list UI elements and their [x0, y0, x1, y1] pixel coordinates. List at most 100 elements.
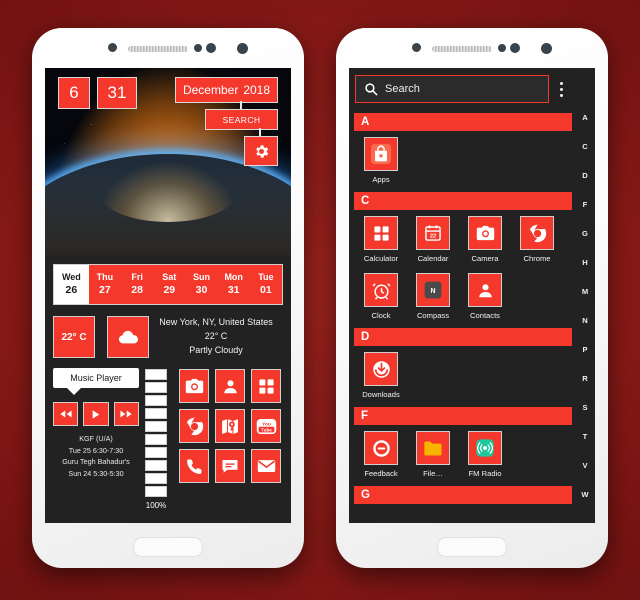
- app-item[interactable]: Camera: [459, 216, 511, 263]
- shortcut-camera[interactable]: [179, 369, 209, 403]
- app-item[interactable]: 22 Calendar: [407, 216, 459, 263]
- settings-button[interactable]: [244, 136, 278, 166]
- overflow-menu-button[interactable]: [549, 81, 573, 97]
- app-item[interactable]: Clock: [355, 273, 407, 320]
- app-item[interactable]: Apps: [355, 137, 407, 184]
- phone-left-earpiece-area: [32, 28, 304, 68]
- home-button-left[interactable]: [133, 537, 203, 557]
- index-letter-M[interactable]: M: [582, 278, 588, 305]
- week-day[interactable]: Tue 01: [250, 265, 282, 304]
- clock-minute-widget[interactable]: 31: [97, 77, 137, 109]
- shortcut-apps-grid[interactable]: [251, 369, 281, 403]
- clock-hour-widget[interactable]: 6: [58, 77, 90, 109]
- youtube-icon: You Tube: [256, 418, 277, 435]
- app-item[interactable]: Contacts: [459, 273, 511, 320]
- shortcut-messages[interactable]: [215, 449, 245, 483]
- music-next-button[interactable]: [113, 402, 139, 426]
- index-letter-V[interactable]: V: [582, 452, 587, 479]
- messages-icon: [221, 458, 239, 474]
- app-item[interactable]: Feedback: [355, 431, 407, 478]
- front-camera-icon: [206, 43, 216, 53]
- app-item[interactable]: N Compass: [407, 273, 459, 320]
- app-label: Calculator: [363, 254, 399, 263]
- index-letter-T[interactable]: T: [583, 423, 588, 450]
- battery-segment: [145, 460, 167, 471]
- shortcut-grid: You Tube: [173, 368, 281, 516]
- app-item[interactable]: File…: [407, 431, 459, 478]
- shortcut-youtube[interactable]: You Tube: [251, 409, 281, 443]
- week-day-name: Mon: [224, 272, 243, 283]
- section-header-A: A: [354, 113, 572, 131]
- week-day-number: 01: [260, 283, 272, 296]
- index-letter-F[interactable]: F: [583, 191, 588, 218]
- week-day[interactable]: Fri 28: [121, 265, 153, 304]
- index-letter-G[interactable]: G: [582, 220, 588, 247]
- week-day[interactable]: Mon 31: [218, 265, 250, 304]
- screenshot-stage: 6 31 December 2018 SEARCH Wed 26 Thu 27 …: [0, 0, 640, 600]
- index-letter-C[interactable]: C: [582, 133, 587, 160]
- app-label: Calendar: [417, 254, 449, 263]
- alphabet-index[interactable]: ACDFGHMNPRSTVW: [575, 68, 595, 523]
- downloads-icon: [364, 352, 398, 386]
- search-placeholder: Search: [385, 83, 420, 95]
- index-letter-N[interactable]: N: [582, 307, 587, 334]
- search-input[interactable]: Search: [355, 75, 549, 103]
- date-widget[interactable]: December 2018: [175, 77, 278, 103]
- week-day-number: 26: [65, 283, 78, 296]
- connector-line-search: [240, 101, 242, 109]
- battery-segment: [145, 395, 167, 406]
- shortcut-phone[interactable]: [179, 449, 209, 483]
- compass-icon: N: [416, 273, 450, 307]
- phone-left: 6 31 December 2018 SEARCH Wed 26 Thu 27 …: [32, 28, 304, 568]
- app-label: Feedback: [364, 469, 398, 478]
- app-item[interactable]: Chrome: [511, 216, 563, 263]
- index-letter-R[interactable]: R: [582, 365, 587, 392]
- gear-icon: [253, 143, 270, 160]
- wallpaper-horizon-glow: [99, 162, 237, 222]
- battery-segment: [145, 382, 167, 393]
- connector-line-settings: [259, 128, 261, 136]
- music-prev-button[interactable]: [53, 402, 79, 426]
- week-day-today[interactable]: Wed 26: [54, 265, 89, 304]
- app-row: Feedback File… FM Radio: [349, 425, 575, 482]
- weather-widget[interactable]: 22° C New York, NY, United States 22° C …: [53, 313, 281, 361]
- earpiece-speaker-icon: [128, 46, 188, 52]
- index-letter-H[interactable]: H: [582, 249, 587, 276]
- index-letter-A[interactable]: A: [582, 104, 587, 131]
- led-indicator-icon: [237, 43, 248, 54]
- contacts-icon: [468, 273, 502, 307]
- shortcut-chrome[interactable]: [179, 409, 209, 443]
- index-letter-W[interactable]: W: [581, 481, 588, 508]
- week-day[interactable]: Sat 29: [153, 265, 185, 304]
- shortcut-contacts[interactable]: [215, 369, 245, 403]
- app-row: Clock N Compass Contacts: [349, 267, 575, 324]
- week-day-number: 28: [131, 283, 143, 296]
- week-strip[interactable]: Wed 26 Thu 27 Fri 28 Sat 29 Sun 30 Mon 31 Tue 01: [53, 264, 283, 305]
- week-day[interactable]: Thu 27: [89, 265, 121, 304]
- section-header-G: G: [354, 486, 572, 504]
- battery-segment: [145, 447, 167, 458]
- week-day[interactable]: Sun 30: [185, 265, 217, 304]
- calendar-events-list: KGF (U/A) Tue 25 6:30-7:30 Guru Tegh Bahad…: [53, 433, 139, 480]
- week-day-name: Thu: [96, 272, 114, 283]
- app-item[interactable]: Downloads: [355, 352, 407, 399]
- shortcut-maps[interactable]: [215, 409, 245, 443]
- section-header-D: D: [354, 328, 572, 346]
- search-button[interactable]: SEARCH: [205, 109, 278, 130]
- calculator-icon: [364, 216, 398, 250]
- music-play-button[interactable]: [83, 402, 109, 426]
- home-button-right[interactable]: [437, 537, 507, 557]
- index-letter-S[interactable]: S: [582, 394, 587, 421]
- index-letter-D[interactable]: D: [582, 162, 587, 189]
- app-item[interactable]: FM Radio: [459, 431, 511, 478]
- weather-temperature: 22° C: [204, 331, 228, 342]
- music-controls: [53, 402, 139, 426]
- wallpaper-earth-sunrise: 6 31 December 2018 SEARCH: [45, 68, 291, 256]
- index-letter-P[interactable]: P: [582, 336, 587, 363]
- chrome-icon: [520, 216, 554, 250]
- search-icon: [364, 82, 378, 96]
- app-row: Calculator 22 Calendar Camera Chrome: [349, 210, 575, 267]
- app-drawer-main: Search A Apps C Calculator 22 Calendar Camera C…: [349, 68, 575, 523]
- shortcut-email[interactable]: [251, 449, 281, 483]
- app-item[interactable]: Calculator: [355, 216, 407, 263]
